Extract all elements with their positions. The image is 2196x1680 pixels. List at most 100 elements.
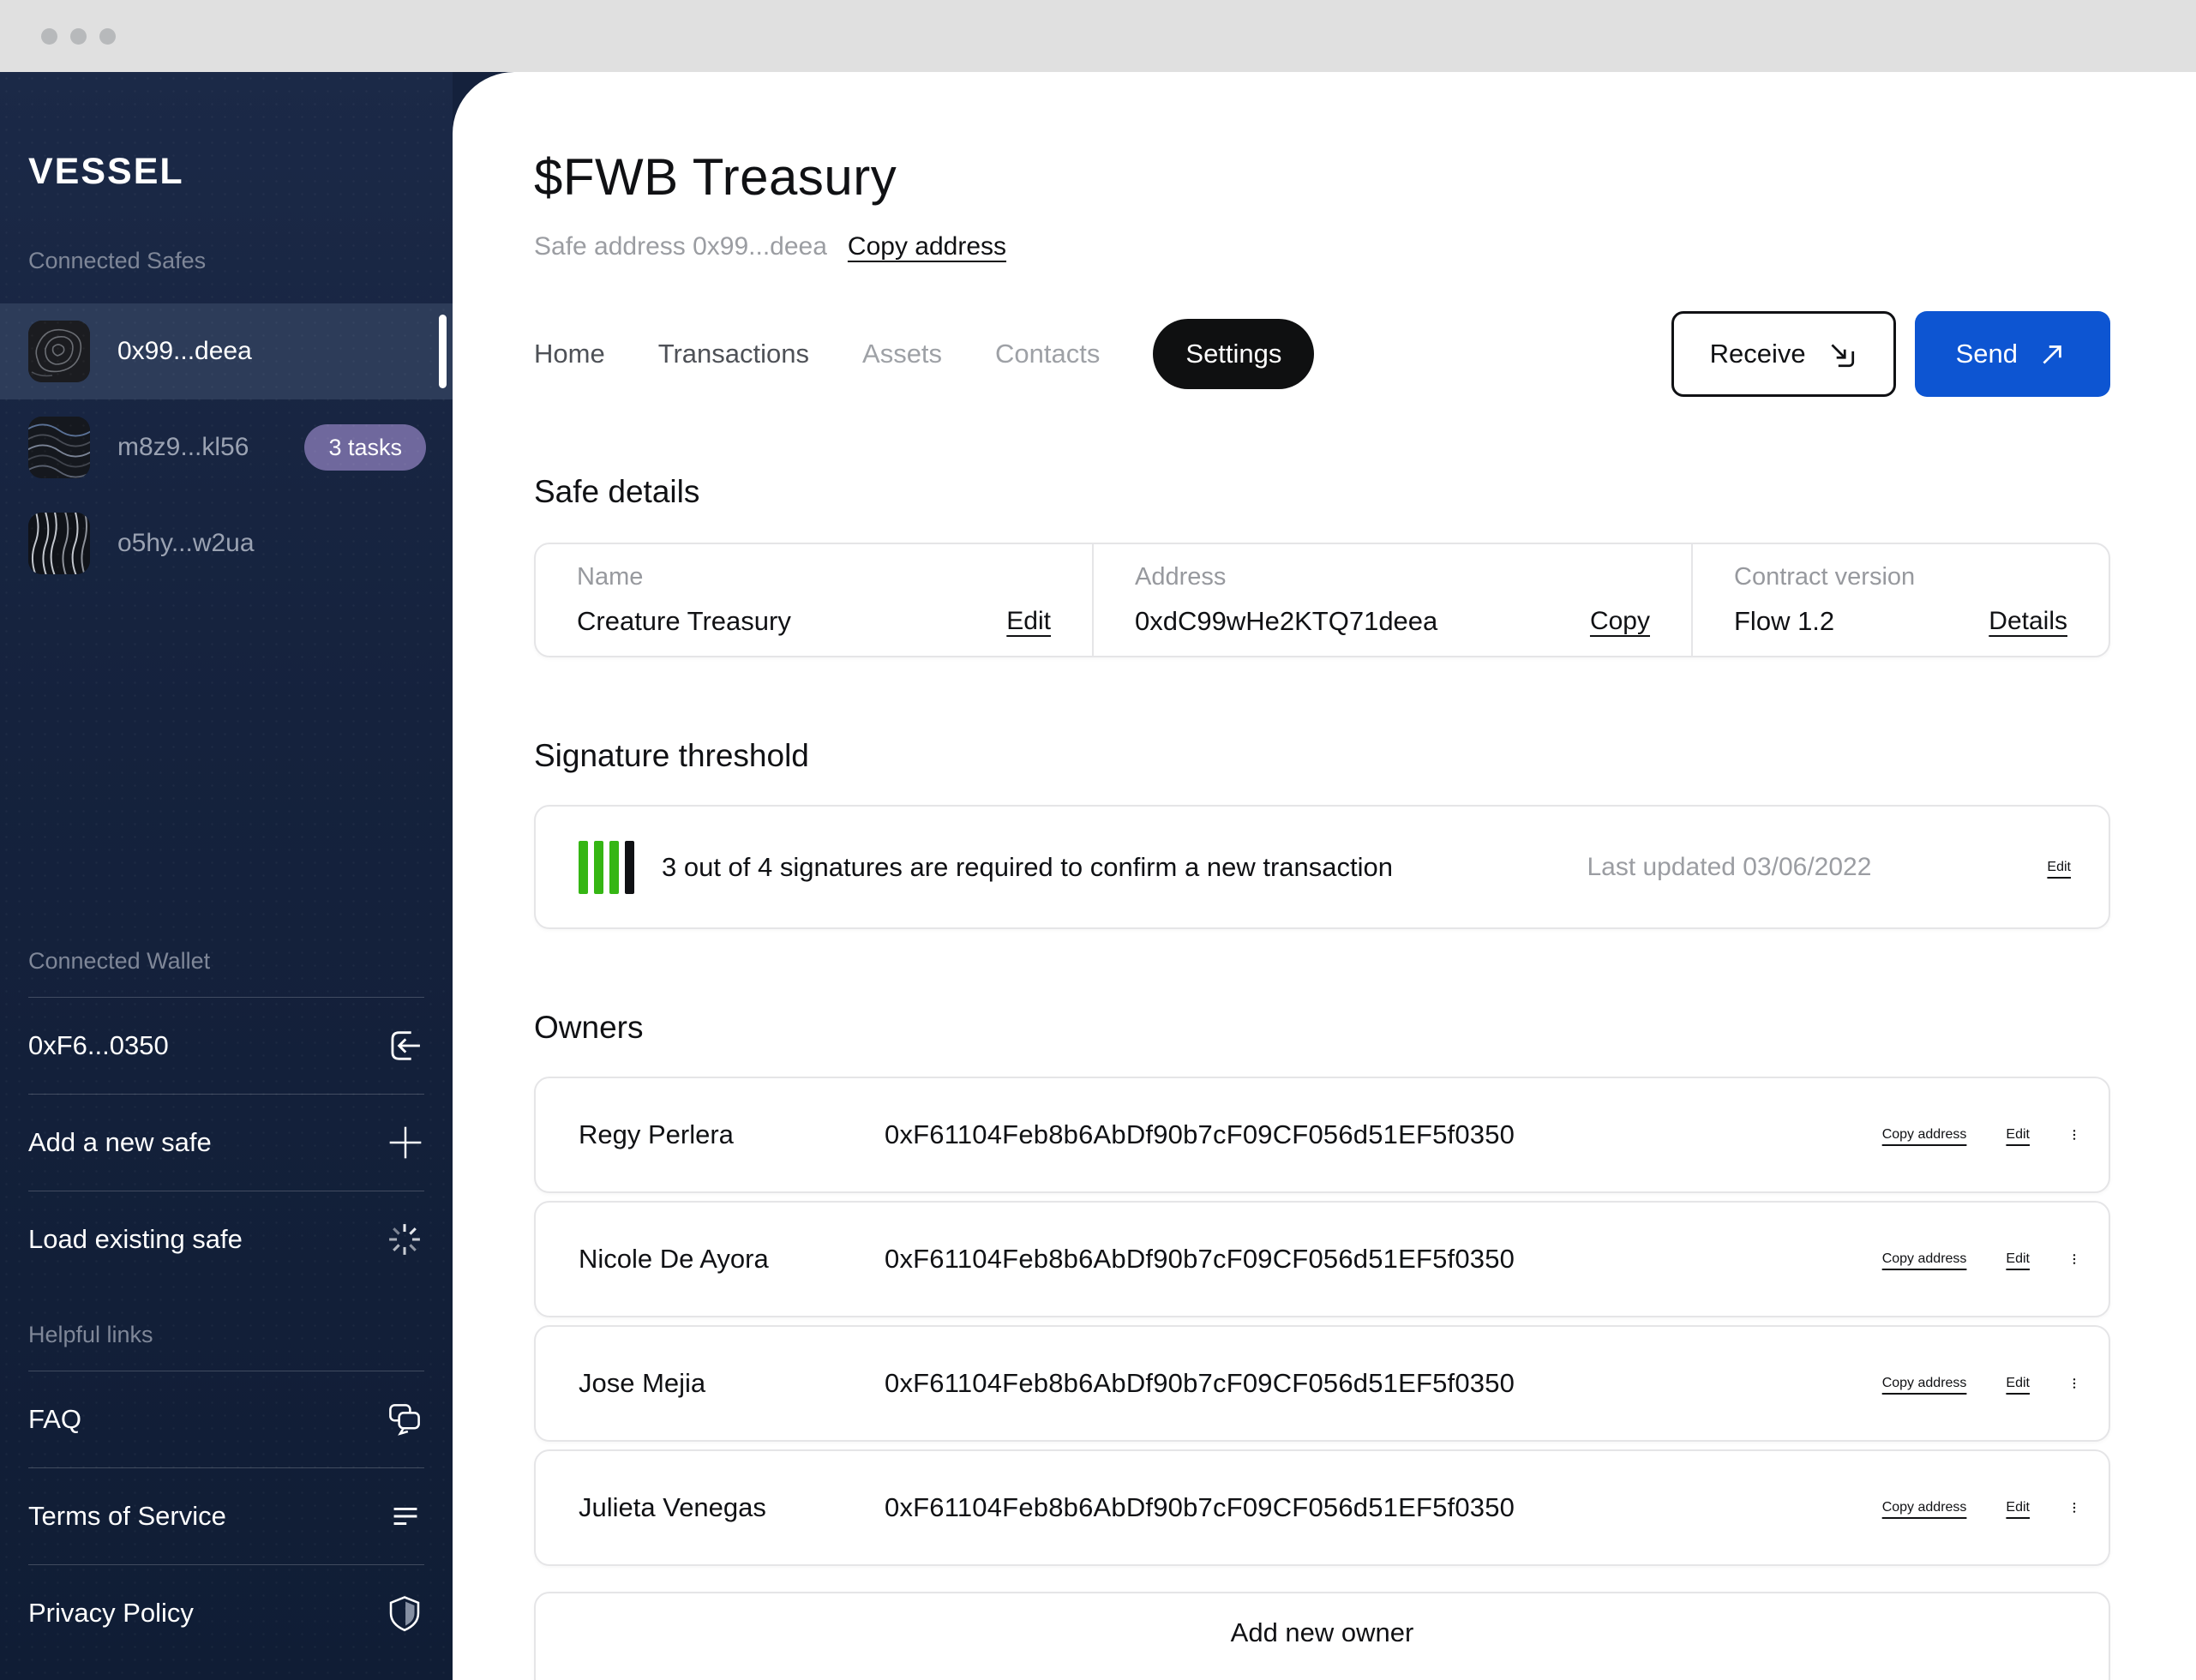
safe-avatar xyxy=(28,417,90,478)
tab-contacts[interactable]: Contacts xyxy=(995,339,1100,369)
faq-link-row[interactable]: FAQ xyxy=(0,1371,453,1467)
connected-wallet-label: Connected Wallet xyxy=(28,948,211,974)
window-control-dot[interactable] xyxy=(41,27,57,45)
document-lines-icon xyxy=(393,1507,417,1526)
window-titlebar xyxy=(0,0,2196,72)
wallet-address-row[interactable]: 0xF6...0350 xyxy=(0,998,453,1094)
receive-arrow-icon xyxy=(1831,344,1854,368)
copy-owner-address-link[interactable]: Copy address xyxy=(1882,1500,1967,1515)
signature-bar-empty xyxy=(625,840,634,894)
safe-label: 0x99...deea xyxy=(117,337,252,365)
signature-threshold-text: 3 out of 4 signatures are required to co… xyxy=(662,851,1393,882)
header-actions: Receive Send xyxy=(1671,311,2110,397)
safe-avatar xyxy=(28,321,90,382)
name-label: Name xyxy=(577,563,644,591)
add-new-owner-button[interactable]: Add new owner xyxy=(534,1592,2110,1680)
kebab-menu-icon[interactable] xyxy=(2069,1491,2079,1525)
owner-name: Julieta Venegas xyxy=(579,1492,766,1522)
copy-owner-address-link[interactable]: Copy address xyxy=(1882,1127,1967,1143)
safe-details-section: Safe details Name Creature Treasury Edit… xyxy=(534,474,2110,657)
owner-address: 0xF61104Feb8b6AbDf90b7cF09CF056d51EF5f03… xyxy=(885,1119,1515,1149)
signature-bar-filled xyxy=(609,840,619,894)
tab-settings[interactable]: Settings xyxy=(1153,319,1315,389)
owner-row: Regy Perlera 0xF61104Feb8b6AbDf90b7cF09C… xyxy=(534,1077,2110,1193)
signature-threshold-card: 3 out of 4 signatures are required to co… xyxy=(534,805,2110,929)
edit-owner-link[interactable]: Edit xyxy=(2006,1500,2030,1515)
copy-link[interactable]: Copy xyxy=(1590,607,1650,636)
safe-name-column: Name Creature Treasury Edit xyxy=(536,544,1092,656)
owner-row: Julieta Venegas 0xF61104Feb8b6AbDf90b7cF… xyxy=(534,1449,2110,1566)
copy-owner-address-link[interactable]: Copy address xyxy=(1882,1251,1967,1267)
copy-address-link[interactable]: Copy address xyxy=(848,232,1006,261)
edit-threshold-link[interactable]: Edit xyxy=(2047,860,2071,875)
terms-of-service-row[interactable]: Terms of Service xyxy=(0,1468,453,1564)
tab-assets[interactable]: Assets xyxy=(862,339,942,369)
owner-actions: Copy address Edit xyxy=(1882,1491,2079,1525)
faq-label: FAQ xyxy=(28,1404,82,1434)
main-content: $FWB Treasury Safe address 0x99...deea C… xyxy=(453,72,2196,1680)
signature-right-group: Last updated 03/06/2022 Edit xyxy=(1587,853,2071,882)
vessel-logo: VESSEL xyxy=(28,151,184,192)
tab-home[interactable]: Home xyxy=(534,339,605,369)
add-new-owner-label: Add new owner xyxy=(1230,1617,1414,1647)
contract-version-label: Contract version xyxy=(1734,563,1916,591)
owner-actions: Copy address Edit xyxy=(1882,1118,2079,1152)
signature-threshold-title: Signature threshold xyxy=(534,738,809,773)
safe-item-o5hy[interactable]: o5hy...w2ua xyxy=(0,495,453,591)
sidebar-scrollbar-thumb[interactable] xyxy=(439,315,447,388)
owner-actions: Copy address Edit xyxy=(1882,1366,2079,1401)
safe-item-0x99[interactable]: 0x99...deea xyxy=(0,303,453,399)
content-row: VESSEL Connected Safes 0x99...deea m8z9.… xyxy=(0,72,2196,1680)
window-control-dot[interactable] xyxy=(70,27,87,45)
spinner-icon xyxy=(389,1224,420,1255)
address-label: Address xyxy=(1135,563,1227,591)
signature-bars xyxy=(579,840,634,894)
address-value: 0xdC99wHe2KTQ71deea xyxy=(1135,606,1438,636)
kebab-menu-icon[interactable] xyxy=(2069,1242,2079,1276)
kebab-menu-icon[interactable] xyxy=(2069,1118,2079,1152)
owner-name: Regy Perlera xyxy=(579,1119,734,1149)
app-window: VESSEL Connected Safes 0x99...deea m8z9.… xyxy=(0,0,2196,1680)
safe-address-text: Safe address 0x99...deea xyxy=(534,232,827,261)
receive-button[interactable]: Receive xyxy=(1671,311,1896,397)
safe-details-card: Name Creature Treasury Edit Address 0xdC… xyxy=(534,543,2110,657)
safe-address-column: Address 0xdC99wHe2KTQ71deea Copy xyxy=(1092,544,1691,656)
kebab-menu-icon[interactable] xyxy=(2069,1366,2079,1401)
edit-name-link[interactable]: Edit xyxy=(1006,607,1051,636)
copy-owner-address-link[interactable]: Copy address xyxy=(1882,1376,1967,1391)
owner-name: Jose Mejia xyxy=(579,1368,706,1398)
terms-label: Terms of Service xyxy=(28,1501,226,1531)
safes-list: 0x99...deea m8z9...kl56 3 tasks o5hy...w… xyxy=(0,303,453,591)
owners-list: Regy Perlera 0xF61104Feb8b6AbDf90b7cF09C… xyxy=(534,1077,2110,1680)
safe-item-m8z9[interactable]: m8z9...kl56 3 tasks xyxy=(0,399,453,495)
chat-bubbles-icon xyxy=(389,1404,420,1436)
sidebar-bottom: Connected Wallet 0xF6...0350 Add a new s… xyxy=(0,948,453,1680)
tab-transactions[interactable]: Transactions xyxy=(658,339,809,369)
edit-owner-link[interactable]: Edit xyxy=(2006,1251,2030,1267)
disconnect-icon xyxy=(391,1031,420,1060)
owners-title: Owners xyxy=(534,1010,644,1045)
details-link[interactable]: Details xyxy=(1989,607,2067,636)
privacy-policy-row[interactable]: Privacy Policy xyxy=(0,1565,453,1661)
owner-address: 0xF61104Feb8b6AbDf90b7cF09CF056d51EF5f03… xyxy=(885,1244,1515,1274)
last-updated-text: Last updated 03/06/2022 xyxy=(1587,852,1872,881)
signature-threshold-section: Signature threshold 3 out of 4 signature… xyxy=(534,738,2110,929)
window-control-dot[interactable] xyxy=(99,27,116,45)
send-button[interactable]: Send xyxy=(1914,311,2110,397)
safe-details-title: Safe details xyxy=(534,474,700,509)
signature-bar-filled xyxy=(579,840,588,894)
add-new-safe-row[interactable]: Add a new safe xyxy=(0,1095,453,1191)
contract-version-value: Flow 1.2 xyxy=(1734,606,1835,636)
page-title: $FWB Treasury xyxy=(534,148,897,206)
owner-row: Jose Mejia 0xF61104Feb8b6AbDf90b7cF09CF0… xyxy=(534,1325,2110,1442)
load-existing-safe-row[interactable]: Load existing safe xyxy=(0,1191,453,1287)
edit-owner-link[interactable]: Edit xyxy=(2006,1376,2030,1391)
owner-row: Nicole De Ayora 0xF61104Feb8b6AbDf90b7cF… xyxy=(534,1201,2110,1317)
plus-icon xyxy=(389,1126,422,1159)
sidebar: VESSEL Connected Safes 0x99...deea m8z9.… xyxy=(0,72,453,1680)
signature-bar-filled xyxy=(594,840,603,894)
send-arrow-icon xyxy=(2043,345,2061,364)
name-value: Creature Treasury xyxy=(577,606,791,636)
safe-avatar xyxy=(28,513,90,574)
edit-owner-link[interactable]: Edit xyxy=(2006,1127,2030,1143)
